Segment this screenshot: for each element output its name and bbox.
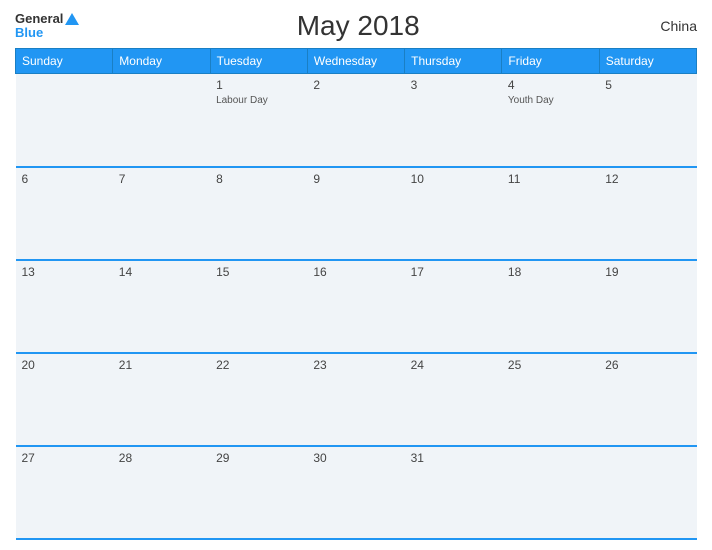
day-number: 17 — [411, 265, 496, 279]
calendar-cell: 14 — [113, 260, 210, 353]
day-number: 14 — [119, 265, 204, 279]
col-friday: Friday — [502, 49, 599, 74]
holiday-label: Youth Day — [508, 94, 593, 107]
day-number: 13 — [22, 265, 107, 279]
col-tuesday: Tuesday — [210, 49, 307, 74]
day-number: 19 — [605, 265, 690, 279]
col-wednesday: Wednesday — [307, 49, 404, 74]
day-number: 4 — [508, 78, 593, 92]
day-number: 12 — [605, 172, 690, 186]
day-number: 2 — [313, 78, 398, 92]
calendar-cell: 7 — [113, 167, 210, 260]
col-thursday: Thursday — [405, 49, 502, 74]
day-number: 28 — [119, 451, 204, 465]
week-row-4: 20 21 22 23 24 25 26 — [16, 353, 697, 446]
calendar-cell — [599, 446, 696, 539]
day-number: 10 — [411, 172, 496, 186]
calendar-cell: 15 — [210, 260, 307, 353]
calendar-cell: 20 — [16, 353, 113, 446]
day-number: 3 — [411, 78, 496, 92]
calendar-cell: 17 — [405, 260, 502, 353]
day-number: 15 — [216, 265, 301, 279]
col-sunday: Sunday — [16, 49, 113, 74]
day-number: 23 — [313, 358, 398, 372]
calendar-cell: 25 — [502, 353, 599, 446]
calendar-cell: 11 — [502, 167, 599, 260]
calendar-cell: 26 — [599, 353, 696, 446]
calendar-cell: 9 — [307, 167, 404, 260]
calendar-cell: 6 — [16, 167, 113, 260]
day-number: 5 — [605, 78, 690, 92]
calendar-page: General Blue May 2018 China Sunday Monda… — [0, 0, 712, 550]
col-saturday: Saturday — [599, 49, 696, 74]
day-number: 24 — [411, 358, 496, 372]
calendar-cell: 18 — [502, 260, 599, 353]
calendar-cell: 19 — [599, 260, 696, 353]
calendar-cell — [502, 446, 599, 539]
day-number: 30 — [313, 451, 398, 465]
calendar-cell: 23 — [307, 353, 404, 446]
calendar-cell: 10 — [405, 167, 502, 260]
day-number: 18 — [508, 265, 593, 279]
calendar-cell: 8 — [210, 167, 307, 260]
calendar-cell: 27 — [16, 446, 113, 539]
day-number: 8 — [216, 172, 301, 186]
header: General Blue May 2018 China — [15, 10, 697, 42]
day-number: 1 — [216, 78, 301, 92]
calendar-cell: 12 — [599, 167, 696, 260]
week-row-3: 13 14 15 16 17 18 19 — [16, 260, 697, 353]
day-number: 11 — [508, 172, 593, 186]
calendar-cell: 22 — [210, 353, 307, 446]
day-number: 27 — [22, 451, 107, 465]
day-number: 29 — [216, 451, 301, 465]
day-number: 25 — [508, 358, 593, 372]
calendar-cell: 13 — [16, 260, 113, 353]
calendar-cell: 5 — [599, 74, 696, 167]
day-number: 7 — [119, 172, 204, 186]
week-row-2: 6789 10 11 12 — [16, 167, 697, 260]
day-number: 22 — [216, 358, 301, 372]
holiday-label: Labour Day — [216, 94, 301, 107]
week-row-5: 27 28 29 30 31 — [16, 446, 697, 539]
calendar-cell — [16, 74, 113, 167]
day-number: 21 — [119, 358, 204, 372]
week-row-1: 1 Labour Day 234 Youth Day 5 — [16, 74, 697, 167]
calendar-cell: 16 — [307, 260, 404, 353]
logo-blue-text: Blue — [15, 26, 43, 40]
calendar-cell: 29 — [210, 446, 307, 539]
calendar-table: Sunday Monday Tuesday Wednesday Thursday… — [15, 48, 697, 540]
calendar-cell: 4 Youth Day — [502, 74, 599, 167]
calendar-cell: 3 — [405, 74, 502, 167]
country-label: China — [637, 18, 697, 34]
logo-general-text: General — [15, 12, 63, 26]
day-number: 6 — [22, 172, 107, 186]
col-monday: Monday — [113, 49, 210, 74]
day-number: 20 — [22, 358, 107, 372]
calendar-cell: 1 Labour Day — [210, 74, 307, 167]
calendar-cell — [113, 74, 210, 167]
calendar-cell: 30 — [307, 446, 404, 539]
day-number: 26 — [605, 358, 690, 372]
calendar-cell: 28 — [113, 446, 210, 539]
calendar-cell: 2 — [307, 74, 404, 167]
calendar-cell: 31 — [405, 446, 502, 539]
weekday-header-row: Sunday Monday Tuesday Wednesday Thursday… — [16, 49, 697, 74]
day-number: 16 — [313, 265, 398, 279]
day-number: 9 — [313, 172, 398, 186]
day-number: 31 — [411, 451, 496, 465]
calendar-cell: 21 — [113, 353, 210, 446]
calendar-title: May 2018 — [79, 10, 637, 42]
logo: General Blue — [15, 12, 79, 41]
calendar-cell: 24 — [405, 353, 502, 446]
logo-triangle-icon — [65, 13, 79, 25]
